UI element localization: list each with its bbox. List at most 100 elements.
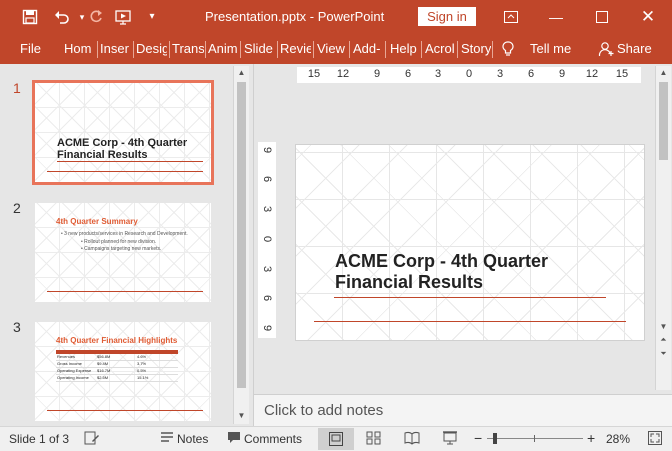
slide-thumbnail-1[interactable]: ACME Corp - 4th Quarter Financial Result…	[32, 80, 214, 185]
zoom-level[interactable]: 28%	[606, 432, 630, 446]
ruler-tick-label: 0	[261, 235, 273, 243]
minimize-icon[interactable]: —	[543, 6, 569, 28]
horizontal-ruler: 15 12 9 6 3 0 3 6 9 12 15	[297, 67, 641, 83]
slide-sorter-icon[interactable]	[366, 431, 381, 448]
next-slide-icon[interactable]: ⏷	[657, 348, 670, 360]
fit-to-window-icon[interactable]	[648, 431, 662, 448]
ruler-tick-label: 6	[527, 68, 535, 80]
lightbulb-icon[interactable]	[502, 34, 516, 64]
notes-icon[interactable]	[160, 431, 174, 446]
tell-me-search[interactable]: Tell me	[530, 34, 571, 64]
undo-icon[interactable]	[52, 7, 72, 27]
tab-home[interactable]: Hom	[64, 34, 94, 64]
ruler-tick-label: 9	[261, 324, 273, 332]
tab-divider	[133, 41, 134, 58]
vertical-ruler: 9 6 3 0 3 6 9	[258, 142, 276, 338]
editor-scroll-thumb[interactable]	[659, 82, 668, 160]
ruler-tick-label: 3	[261, 265, 273, 273]
scroll-down-icon[interactable]: ▼	[657, 321, 670, 333]
title-bar: ▾ ▾ Presentation.pptx - PowerPoint Sign …	[0, 0, 672, 34]
scroll-up-icon[interactable]: ▲	[235, 67, 248, 79]
slide-number-1: 1	[13, 80, 21, 96]
tab-transitions[interactable]: Trans	[172, 34, 204, 64]
sign-in-button[interactable]: Sign in	[418, 7, 476, 26]
tab-help[interactable]: Help	[390, 34, 418, 64]
comments-button[interactable]: Comments	[244, 432, 302, 446]
slide-thumbnail-2[interactable]: 4th Quarter Summary • 3 new products/ser…	[35, 203, 211, 302]
customize-icon[interactable]: ▾	[142, 7, 162, 27]
slide-title-placeholder[interactable]: ACME Corp - 4th Quarter Financial Result…	[335, 251, 635, 293]
tab-divider	[457, 41, 458, 58]
notes-pane[interactable]: Click to add notes	[254, 394, 672, 427]
thumb-1-title-line1: ACME Corp - 4th Quarter	[57, 137, 188, 149]
ruler-tick-label: 9	[373, 68, 381, 80]
thumb-1-footer-rule	[47, 171, 203, 172]
slide-panel-scrollbar[interactable]: ▲ ▼	[233, 66, 249, 424]
thumb-3-footer-rule	[47, 410, 203, 411]
ribbon-tabs: File Hom Inser Desig Trans Anim Slide Re…	[0, 34, 672, 64]
ruler-tick-label: 6	[261, 175, 273, 183]
tab-storyline[interactable]: Story	[461, 34, 491, 64]
share-button[interactable]: Share	[617, 34, 652, 64]
scroll-down-icon[interactable]: ▼	[235, 410, 248, 422]
zoom-in-icon[interactable]: +	[587, 430, 595, 446]
slide-number-2: 2	[13, 200, 21, 216]
zoom-slider[interactable]	[487, 438, 583, 439]
tab-review[interactable]: Revie	[280, 34, 311, 64]
thumb-3-title: 4th Quarter Financial Highlights	[56, 336, 178, 345]
thumb-2-footer-rule	[47, 291, 203, 292]
tab-divider	[385, 41, 386, 58]
slide-number-3: 3	[13, 319, 21, 335]
thumb-1-title: ACME Corp - 4th Quarter Financial Result…	[57, 137, 207, 161]
table-row: Gross Income $9.4M 3.7%	[56, 361, 178, 368]
start-from-beginning-icon[interactable]	[114, 7, 134, 27]
redo-icon[interactable]	[86, 7, 106, 27]
tab-divider	[492, 41, 493, 58]
ruler-tick-label: 0	[465, 68, 473, 80]
tab-file[interactable]: File	[20, 34, 41, 64]
thumb-2-bullet-1: • 3 new products/services in Research an…	[61, 231, 188, 237]
tab-slide-show[interactable]: Slide	[244, 34, 276, 64]
editor-scrollbar[interactable]: ▲ ▼ ⏶ ⏷	[655, 66, 671, 390]
slide-show-icon[interactable]	[442, 431, 458, 448]
tab-design[interactable]: Desig	[136, 34, 167, 64]
slide-panel-scroll-thumb[interactable]	[237, 82, 246, 388]
zoom-out-icon[interactable]: −	[474, 430, 482, 446]
save-icon[interactable]	[20, 7, 40, 27]
ribbon-display-options-icon[interactable]	[498, 6, 524, 28]
zoom-slider-midpoint	[534, 435, 535, 442]
share-person-icon[interactable]	[598, 34, 614, 64]
normal-view-button[interactable]	[318, 428, 354, 450]
comments-icon[interactable]	[227, 431, 241, 447]
ruler-tick-label: 15	[307, 68, 321, 80]
notes-button[interactable]: Notes	[177, 432, 208, 446]
previous-slide-icon[interactable]: ⏶	[657, 334, 670, 346]
notes-placeholder[interactable]: Click to add notes	[264, 402, 383, 419]
tab-view[interactable]: View	[317, 34, 347, 64]
table-cell: $9.4M	[97, 361, 109, 366]
maximize-icon[interactable]	[589, 6, 615, 28]
ruler-tick-label: 9	[261, 146, 273, 154]
slide-canvas[interactable]: ACME Corp - 4th Quarter Financial Result…	[295, 144, 645, 341]
reading-view-icon[interactable]	[404, 431, 420, 448]
tab-insert[interactable]: Inser	[100, 34, 131, 64]
tab-animations[interactable]: Anim	[208, 34, 238, 64]
table-cell: 0.5%	[137, 368, 147, 373]
thumb-2-bullet-3: • Campaigns targeting new markets.	[81, 246, 162, 252]
tab-add-ins[interactable]: Add-	[353, 34, 383, 64]
scroll-up-icon[interactable]: ▲	[657, 67, 670, 79]
slide-editor: 15 12 9 6 3 0 3 6 9 12 15 9 6 3 0 3 6 9 …	[253, 64, 672, 427]
ruler-tick-label: 6	[404, 68, 412, 80]
tab-acrobat[interactable]: Acrol	[425, 34, 456, 64]
ruler-tick-label: 3	[261, 205, 273, 213]
table-cell: 4.6%	[137, 354, 147, 359]
tab-divider	[205, 41, 206, 58]
zoom-slider-thumb[interactable]	[493, 433, 497, 444]
spelling-check-icon[interactable]	[84, 431, 100, 448]
table-cell: $56.8M	[97, 354, 111, 359]
slide-thumbnail-3[interactable]: 4th Quarter Financial Highlights Revenue…	[35, 322, 211, 421]
thumb-1-rule	[57, 161, 203, 162]
close-icon[interactable]: ✕	[635, 6, 661, 28]
slide-thumbnail-panel: 1 ACME Corp - 4th Quarter Financial Resu…	[0, 64, 252, 426]
slide-title-line2: Financial Results	[335, 272, 484, 292]
